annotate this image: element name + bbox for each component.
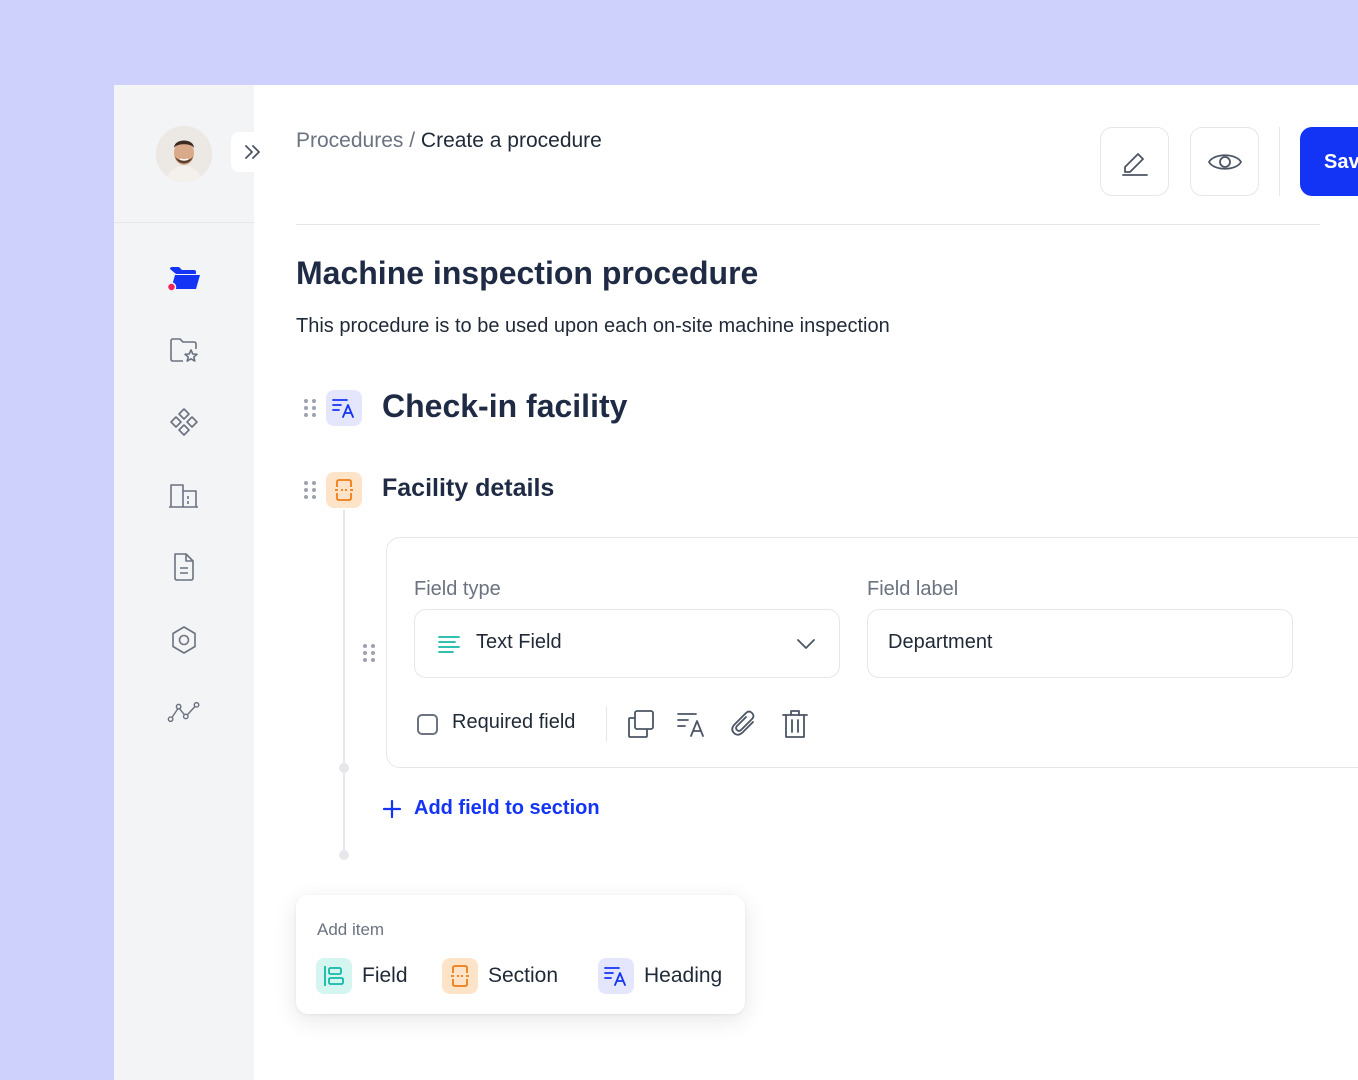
field-type-value: Text Field (476, 631, 562, 653)
add-heading-option-label: Heading (644, 964, 723, 987)
field-label-input[interactable]: Department (867, 609, 1293, 678)
app-window: Procedures / Create a procedure Save Mac… (114, 85, 1358, 1080)
delete-button[interactable] (777, 706, 813, 742)
drag-handle-field[interactable] (363, 644, 375, 662)
add-section-option[interactable]: Section (442, 958, 558, 994)
section-connector-line (343, 510, 345, 855)
field-type-label: Field type (414, 578, 501, 600)
sidebar-item-components[interactable] (167, 405, 201, 439)
add-item-panel: Add item Field Section Heading (296, 895, 745, 1014)
section-icon (335, 479, 353, 501)
attach-button[interactable] (726, 706, 762, 742)
connector-dot (339, 850, 349, 860)
eye-icon (1207, 153, 1242, 170)
chevrons-right-icon (245, 145, 260, 159)
preview-button[interactable] (1190, 127, 1259, 196)
add-field-option[interactable]: Field (316, 958, 408, 994)
paperclip-icon (731, 710, 755, 736)
heading-badge (598, 958, 634, 994)
save-button[interactable]: Save (1300, 127, 1358, 196)
edit-button[interactable] (1100, 127, 1169, 196)
folder-open-icon (167, 267, 200, 292)
breadcrumb-current: Create a procedure (420, 129, 602, 152)
field-card: Field type Field label Text Field Depart… (386, 537, 1358, 768)
sidebar-item-settings[interactable] (167, 623, 201, 657)
heading-icon (332, 399, 354, 418)
text-field-icon (438, 636, 460, 653)
heading-badge (326, 390, 362, 426)
card-actions-divider (606, 706, 607, 742)
procedure-title[interactable]: Machine inspection procedure (296, 255, 758, 292)
document-icon (174, 553, 194, 581)
field-type-select[interactable]: Text Field (414, 609, 840, 678)
add-heading-option[interactable]: Heading (598, 958, 722, 994)
connector-dot (339, 763, 349, 773)
drag-handle-heading[interactable] (304, 399, 316, 417)
section-badge (442, 958, 478, 994)
duplicate-button[interactable] (623, 706, 659, 742)
avatar[interactable] (156, 126, 212, 182)
pen-icon (1121, 152, 1148, 176)
sidebar-item-procedures[interactable] (167, 261, 201, 295)
sidebar (114, 85, 275, 1080)
section-icon (451, 965, 469, 987)
add-section-option-label: Section (488, 964, 559, 987)
add-field-label: Add field to section (414, 797, 600, 819)
trash-icon (782, 710, 808, 738)
field-label-label: Field label (867, 578, 959, 600)
heading-icon (604, 967, 626, 986)
copy-icon (628, 710, 654, 738)
section-block-text[interactable]: Facility details (382, 474, 554, 503)
required-field-label[interactable]: Required field (452, 711, 575, 734)
analytics-icon (167, 701, 200, 723)
procedure-description[interactable]: This procedure is to be used upon each o… (296, 315, 890, 338)
chevron-down-icon (797, 639, 815, 649)
field-icon (324, 966, 344, 986)
heading-block-text[interactable]: Check-in facility (382, 388, 627, 425)
breadcrumb-separator: / (403, 129, 421, 152)
main-content: Procedures / Create a procedure Save Mac… (296, 85, 1358, 1080)
sidebar-item-buildings[interactable] (167, 478, 201, 512)
building-icon (169, 484, 198, 508)
components-icon (170, 408, 198, 436)
heading-icon (677, 713, 704, 737)
header-divider (296, 224, 1320, 225)
convert-to-heading-button[interactable] (674, 706, 710, 742)
sidebar-item-favorites[interactable] (167, 333, 201, 367)
drag-handle-section[interactable] (304, 481, 316, 499)
required-field-checkbox[interactable] (417, 714, 438, 735)
folder-star-icon (170, 338, 198, 362)
add-field-to-section-button[interactable]: Add field to section (382, 797, 600, 820)
add-item-title: Add item (317, 920, 385, 939)
breadcrumb: Procedures / Create a procedure (296, 129, 602, 153)
section-badge (326, 472, 362, 508)
sidebar-item-documents[interactable] (167, 550, 201, 584)
toolbar-divider (1279, 127, 1280, 196)
hexagon-settings-icon (172, 626, 196, 654)
add-field-option-label: Field (362, 964, 408, 987)
field-badge (316, 958, 352, 994)
plus-icon (382, 799, 402, 818)
sidebar-item-analytics[interactable] (167, 695, 201, 729)
expand-sidebar-button[interactable] (231, 132, 275, 172)
breadcrumb-parent[interactable]: Procedures (296, 129, 403, 152)
